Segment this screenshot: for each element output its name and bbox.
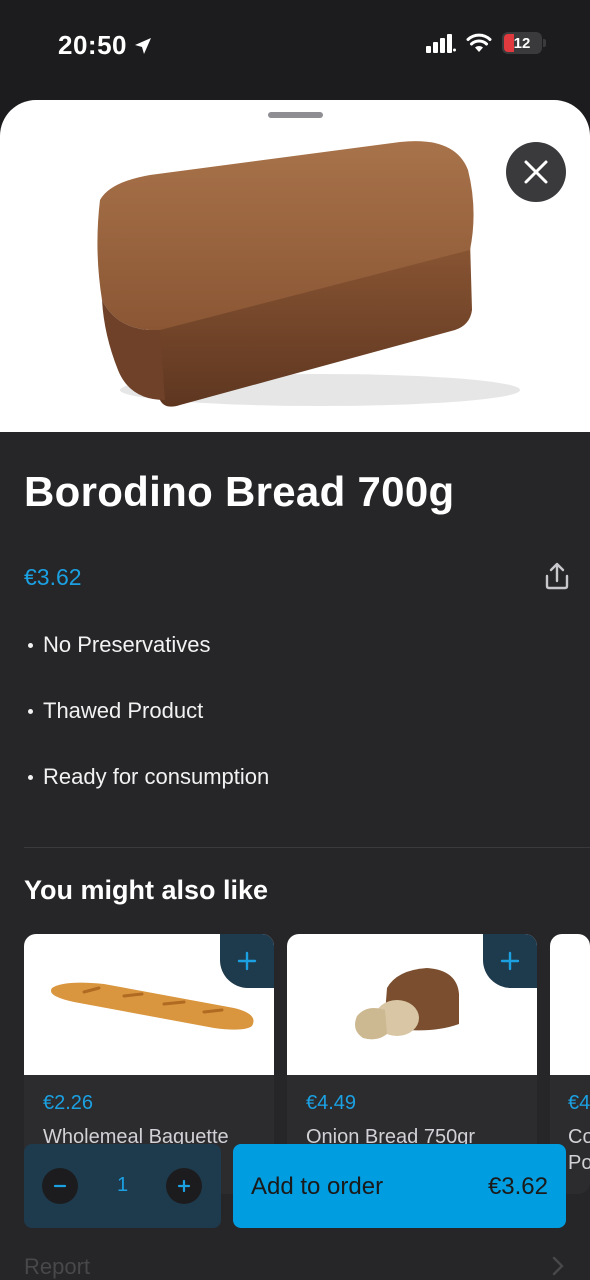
product-thumbnail [550,934,590,1075]
status-icons: 12 [426,32,546,54]
add-to-cart-button[interactable] [483,934,537,988]
recommendation-price: €2.26 [43,1092,94,1114]
plus-icon [177,1179,191,1193]
bullet-icon [28,774,33,780]
status-time-group: 20:50 [58,30,153,61]
feature-text: Thawed Product [43,698,204,723]
report-link[interactable]: Report [24,1254,90,1280]
bullet-icon [28,708,33,714]
product-price: €3.62 [24,564,82,590]
feature-item: Thawed Product [24,696,269,726]
feature-text: No Preservatives [43,632,211,657]
order-bar: 1 Add to order €3.62 [0,1144,590,1230]
share-icon [545,562,569,590]
increment-button[interactable] [166,1168,202,1204]
close-button[interactable] [506,142,566,202]
recommendations-title: You might also like [24,875,269,905]
feature-list: No Preservatives Thawed Product Ready fo… [24,630,269,828]
bullet-icon [28,642,33,648]
sheet-grabber[interactable] [268,112,323,118]
location-arrow-icon [135,37,151,54]
status-time: 20:50 [58,30,127,60]
add-to-order-label: Add to order [251,1173,384,1200]
feature-item: Ready for consumption [24,762,269,792]
recommendation-price: €4.49 [306,1092,357,1114]
chevron-right-icon [552,1256,564,1276]
signal-icon [426,34,456,53]
quantity-stepper: 1 [24,1144,221,1228]
add-to-order-button[interactable]: Add to order €3.62 [233,1144,566,1228]
recommendations-carousel[interactable]: €2.26 Wholemeal Baguette €4.49 Onion Bre… [24,934,590,1194]
plus-icon [237,951,257,971]
add-to-order-price: €3.62 [487,1173,548,1200]
product-image [0,100,590,432]
add-to-cart-button[interactable] [220,934,274,988]
share-button[interactable] [542,560,572,592]
bread-loaf-image [97,141,520,407]
feature-text: Ready for consumption [43,764,270,789]
product-title: Borodino Bread 700g [24,468,455,515]
wifi-icon [466,33,492,52]
feature-item: No Preservatives [24,630,269,660]
close-icon [524,160,548,184]
product-sheet: Borodino Bread 700g €3.62 No Preservativ… [0,100,590,1280]
divider [24,847,590,848]
plus-icon [500,951,520,971]
battery-icon: 12 [502,32,546,54]
battery-level: 12 [513,34,531,52]
recommendation-price: €4 [568,1092,590,1114]
status-bar: 20:50 12 [0,0,590,90]
